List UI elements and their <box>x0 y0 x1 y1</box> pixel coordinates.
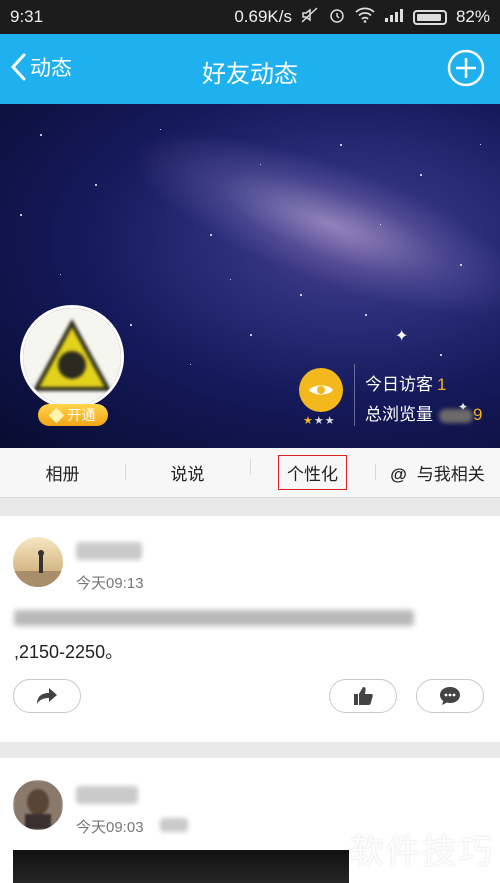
watermark: 软件技巧 <box>350 832 494 872</box>
avatar[interactable] <box>20 305 124 409</box>
post-avatar[interactable] <box>13 780 63 830</box>
network-speed: 0.69K/s <box>234 7 292 26</box>
mute-icon <box>301 7 319 27</box>
star-empty-icon: ★ <box>313 415 325 427</box>
tab-personalize[interactable]: 个性化 <box>250 455 375 490</box>
star-filled-icon: ★ <box>303 415 314 427</box>
tab-shuoshuo[interactable]: 说说 <box>125 460 250 485</box>
add-button[interactable] <box>446 48 486 88</box>
vip-open-badge[interactable]: 开通 <box>38 404 108 426</box>
post-avatar[interactable] <box>13 537 63 587</box>
like-button[interactable] <box>329 679 397 713</box>
total-views-count: 9 <box>473 405 483 424</box>
eye-icon <box>309 385 333 395</box>
star-empty-icon: ★ <box>324 415 336 427</box>
at-icon: @ <box>390 465 407 484</box>
battery-percent: 82% <box>455 7 490 26</box>
like-icon <box>354 687 373 705</box>
alarm-icon <box>328 6 346 28</box>
page-title: 好友动态 <box>202 61 298 88</box>
comment-button[interactable] <box>416 679 484 713</box>
plus-circle-icon <box>447 49 485 87</box>
tab-related-to-me[interactable]: @ 与我相关 <box>375 460 500 485</box>
post-time: 今天09:03 <box>76 819 144 836</box>
visitor-today-label: 今日访客 <box>365 375 433 394</box>
post-time: 今天09:13 <box>76 575 144 592</box>
post-photo[interactable] <box>13 850 349 883</box>
comment-icon <box>440 687 460 705</box>
visitor-badge[interactable] <box>299 368 343 412</box>
total-views[interactable]: 总浏览量 9 <box>365 400 482 425</box>
diamond-icon <box>48 407 64 423</box>
profile-tabs: 相册 说说 个性化 @ 与我相关 <box>0 448 500 498</box>
post-author[interactable] <box>76 542 142 560</box>
post-author[interactable] <box>76 786 138 804</box>
visitor-today-count: 1 <box>437 375 447 394</box>
visitor-today[interactable]: 今日访客 1 <box>365 370 446 395</box>
post-text: ,2150-2250。 <box>14 642 124 662</box>
share-button[interactable] <box>13 679 81 713</box>
signal-icon <box>384 7 404 27</box>
share-icon <box>37 688 57 704</box>
status-bar: 9:31 0.69K/s 82% <box>0 0 500 34</box>
level-stars: ★★★ <box>303 414 336 427</box>
vip-label: 开通 <box>67 407 96 423</box>
nav-bar: 动态 好友动态 <box>0 34 500 104</box>
status-time: 9:31 <box>10 7 44 26</box>
wifi-icon <box>355 7 375 27</box>
total-views-label: 总浏览量 <box>365 405 433 424</box>
battery-icon <box>412 9 447 25</box>
tab-album[interactable]: 相册 <box>0 460 125 485</box>
sparkle-icon: ✦ <box>395 328 409 345</box>
feed-post: 今天09:13 ,2150-2250。 <box>0 516 500 742</box>
post-text-blurred <box>14 610 414 626</box>
